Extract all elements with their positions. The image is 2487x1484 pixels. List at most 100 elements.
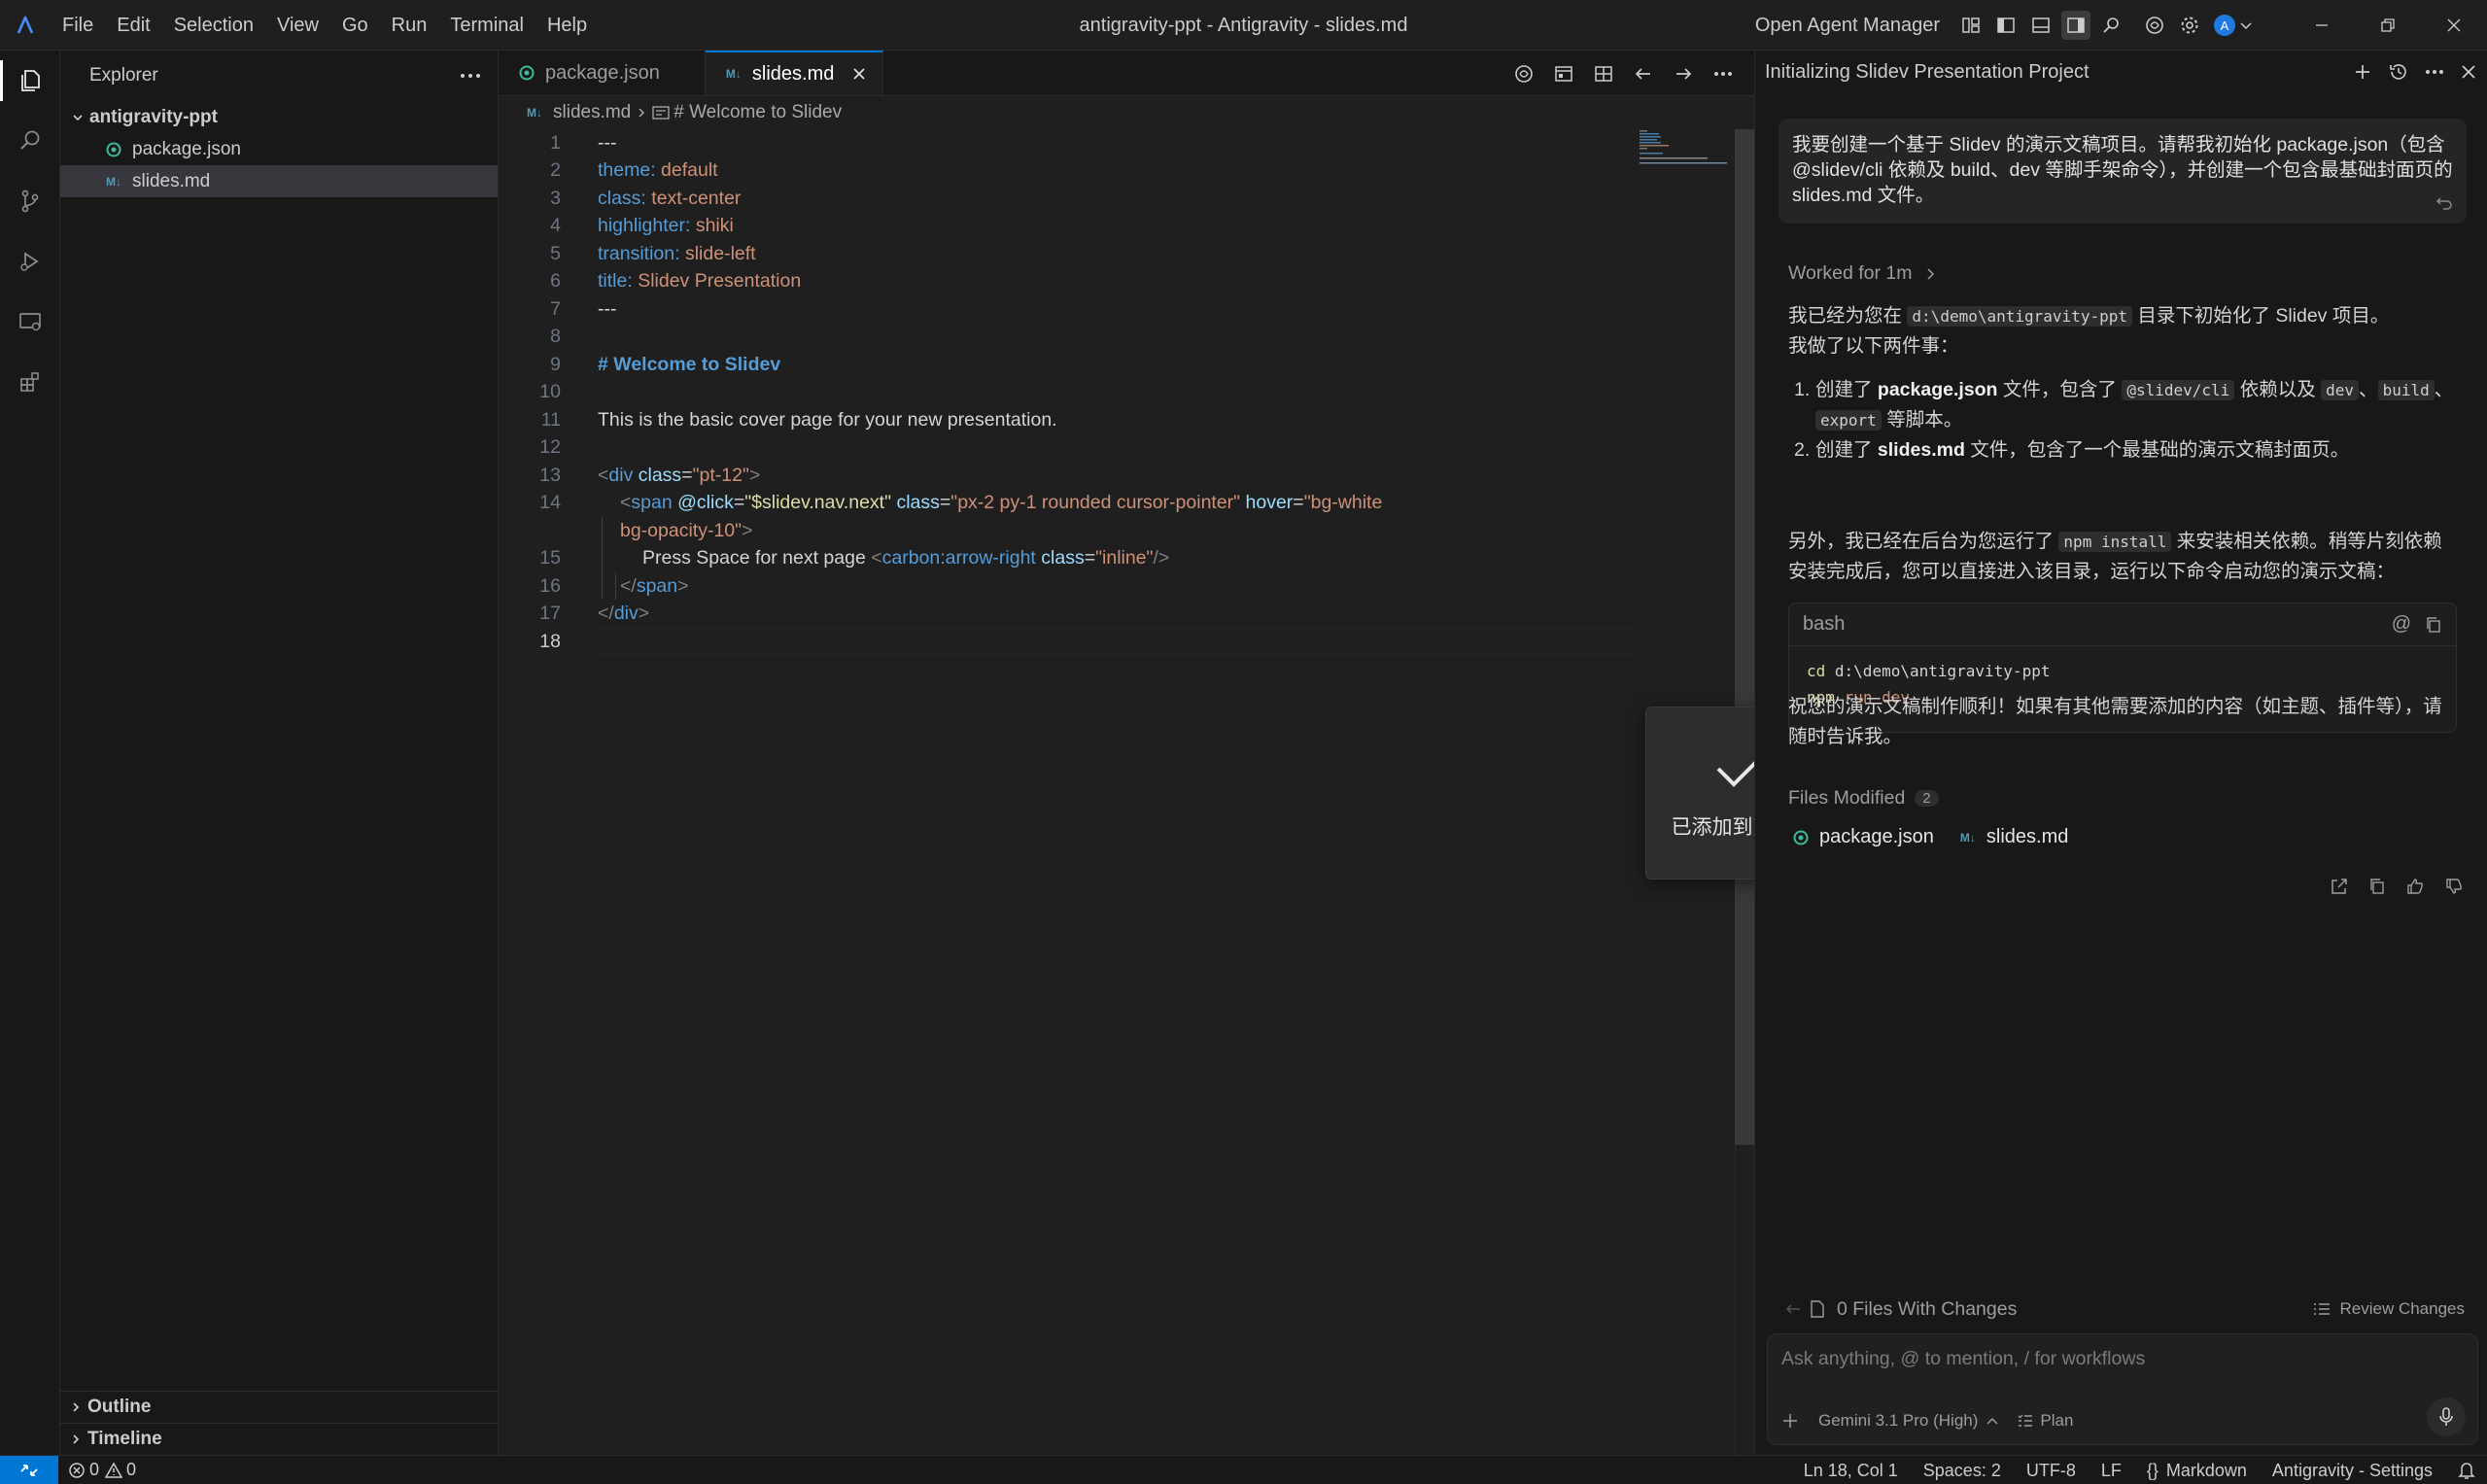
- minimap[interactable]: [1638, 128, 1735, 167]
- toggle-primary-sidebar-icon[interactable]: [1991, 11, 2021, 40]
- insert-mention-icon[interactable]: @: [2392, 613, 2411, 636]
- account-avatar[interactable]: A: [2210, 11, 2257, 40]
- microphone-button[interactable]: [2427, 1398, 2466, 1436]
- ai-sparkle-icon[interactable]: [2140, 11, 2169, 40]
- vertical-scrollbar[interactable]: [1735, 129, 1754, 1145]
- settings-gear-icon[interactable]: [2175, 11, 2204, 40]
- close-panel-icon[interactable]: [2460, 63, 2477, 81]
- arrow-right-icon[interactable]: [1669, 59, 1698, 88]
- markdown-icon: M↓: [527, 106, 542, 120]
- breadcrumb-file[interactable]: slides.md: [553, 102, 631, 123]
- timeline-section[interactable]: Timeline: [60, 1423, 498, 1455]
- menu-selection[interactable]: Selection: [162, 0, 265, 51]
- search-icon[interactable]: [2096, 11, 2125, 40]
- file-row-slides-md[interactable]: M↓ slides.md: [60, 165, 498, 197]
- arrow-left-icon[interactable]: [1784, 1302, 1802, 1316]
- folder-row[interactable]: antigravity-ppt: [60, 101, 498, 133]
- worked-duration[interactable]: Worked for 1m: [1788, 262, 1937, 285]
- add-context-icon[interactable]: [1781, 1412, 1799, 1430]
- close-tab-icon[interactable]: [851, 66, 867, 82]
- export-icon[interactable]: [2330, 877, 2349, 896]
- modified-file-package-json[interactable]: package.json: [1788, 826, 1934, 848]
- language-mode[interactable]: {} Markdown: [2147, 1461, 2247, 1481]
- more-actions-icon[interactable]: [459, 72, 482, 80]
- indentation[interactable]: Spaces: 2: [1923, 1461, 2001, 1481]
- remote-explorer-activity-button[interactable]: [0, 292, 60, 352]
- html-attr-value: bg-opacity-10": [620, 519, 743, 541]
- outline-section[interactable]: Outline: [60, 1391, 498, 1423]
- source-control-activity-button[interactable]: [0, 171, 60, 231]
- history-icon[interactable]: [2388, 61, 2409, 83]
- close-window-button[interactable]: [2421, 0, 2487, 51]
- arrow-left-icon[interactable]: [1629, 59, 1658, 88]
- copy-icon[interactable]: [2425, 616, 2442, 634]
- text: 文件，包含了一个最基础的演示文稿封面页。: [1964, 439, 2350, 461]
- cursor-position[interactable]: Ln 18, Col 1: [1804, 1461, 1898, 1481]
- encoding[interactable]: UTF-8: [2026, 1461, 2076, 1481]
- code-line: 13 <div class="pt-12">: [499, 462, 1733, 490]
- problems-indicator[interactable]: 0 0: [68, 1460, 136, 1480]
- chat-input[interactable]: [1781, 1348, 2462, 1370]
- minimize-button[interactable]: [2289, 0, 2355, 51]
- code-line: 2 theme: default: [499, 157, 1733, 186]
- customize-layout-icon[interactable]: [1956, 11, 1986, 40]
- thumbs-down-icon[interactable]: [2444, 877, 2464, 896]
- copy-icon[interactable]: [2368, 878, 2386, 895]
- search-activity-button[interactable]: [0, 111, 60, 171]
- tab-slides-md[interactable]: M↓ slides.md: [705, 51, 884, 95]
- toggle-panel-icon[interactable]: [2026, 11, 2055, 40]
- breadcrumb-symbol[interactable]: # Welcome to Slidev: [674, 102, 842, 123]
- remote-explorer-icon: [19, 313, 41, 331]
- code-line: 5 transition: slide-left: [499, 240, 1733, 268]
- plan-mode-toggle[interactable]: Plan: [2017, 1411, 2073, 1431]
- file-row-package-json[interactable]: package.json: [60, 133, 498, 165]
- modified-file-slides-md[interactable]: M↓ slides.md: [1955, 826, 2068, 848]
- extensions-icon: [20, 372, 39, 392]
- tab-package-json[interactable]: package.json: [499, 51, 706, 95]
- search-icon: [20, 130, 40, 150]
- extensions-activity-button[interactable]: [0, 352, 60, 412]
- model-selector[interactable]: Gemini 3.1 Pro (High): [1818, 1411, 1999, 1431]
- html-tag: span: [631, 492, 673, 514]
- menu-file[interactable]: File: [51, 0, 105, 51]
- menu-go[interactable]: Go: [330, 0, 380, 51]
- open-agent-manager-link[interactable]: Open Agent Manager: [1755, 15, 1940, 37]
- review-changes-button[interactable]: Review Changes: [2312, 1299, 2465, 1319]
- split-editor-icon[interactable]: [1589, 59, 1618, 88]
- explorer-activity-button[interactable]: [0, 51, 60, 111]
- file-name: slides.md: [1986, 826, 2069, 847]
- more-actions-icon[interactable]: [1709, 59, 1738, 88]
- code-line-wrapped: bg-opacity-10">: [620, 519, 753, 541]
- toggle-secondary-sidebar-icon[interactable]: [2061, 11, 2090, 40]
- explorer-header: Explorer: [60, 51, 498, 101]
- agent-panel: Initializing Slidev Presentation Project…: [1754, 51, 2487, 1455]
- text: 目录下初始化了 Slidev 项目。: [2131, 305, 2390, 327]
- markdown-icon: M↓: [725, 67, 742, 81]
- code-editor[interactable]: 1 --- 2 theme: default 3 class: text-center…: [499, 129, 1733, 656]
- run-debug-activity-button[interactable]: [0, 231, 60, 292]
- antigravity-settings[interactable]: Antigravity - Settings: [2272, 1461, 2433, 1481]
- open-preview-icon[interactable]: [1549, 59, 1578, 88]
- menu-help[interactable]: Help: [535, 0, 599, 51]
- line-number: 7: [550, 297, 561, 320]
- end-of-line[interactable]: LF: [2101, 1461, 2122, 1481]
- menu-run[interactable]: Run: [380, 0, 439, 51]
- more-actions-icon[interactable]: [2425, 68, 2444, 76]
- modified-files-list: package.json M↓ slides.md: [1788, 826, 2090, 848]
- menu-edit[interactable]: Edit: [105, 0, 161, 51]
- ai-sparkle-icon[interactable]: [1509, 59, 1538, 88]
- new-chat-icon[interactable]: [2353, 62, 2372, 82]
- restore-button[interactable]: [2355, 0, 2421, 51]
- undo-icon[interactable]: [2435, 196, 2453, 210]
- tab-label: slides.md: [751, 62, 835, 85]
- text: 依赖以及: [2234, 379, 2322, 400]
- text: 、: [2434, 379, 2454, 400]
- notifications-bell-icon[interactable]: [2458, 1461, 2475, 1480]
- remote-indicator[interactable]: [0, 1455, 58, 1484]
- menu-terminal[interactable]: Terminal: [438, 0, 535, 51]
- thumbs-up-icon[interactable]: [2405, 877, 2425, 896]
- html-attr-value: "inline": [1095, 547, 1154, 569]
- html-attr-value: "px-2 py-1 rounded cursor-pointer": [950, 492, 1241, 514]
- model-name: Gemini 3.1 Pro (High): [1818, 1411, 1979, 1430]
- menu-view[interactable]: View: [265, 0, 330, 51]
